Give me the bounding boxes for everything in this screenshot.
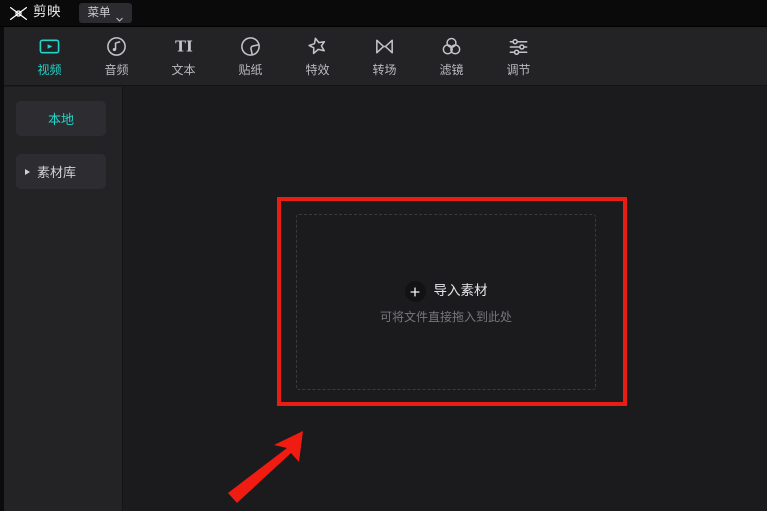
import-media-label: 导入素材 [433, 282, 488, 299]
tab-text[interactable]: TI 文本 [150, 27, 217, 83]
triangle-right-icon [25, 168, 30, 175]
sidebar-item-material-library[interactable]: 素材库 [16, 154, 106, 189]
chevron-down-icon [115, 9, 124, 22]
tab-effects[interactable]: 特效 [284, 27, 351, 83]
capcut-logo-icon [9, 6, 28, 21]
menu-button[interactable]: 菜单 [79, 3, 132, 23]
capcut-window: 剪映 菜单 视频 音频 TI 文本 贴纸 特效 转场 滤镜 调节 本地 素材库 … [0, 0, 767, 511]
sidebar-item-local-label: 本地 [47, 113, 74, 128]
tab-transition-label: 转场 [372, 62, 397, 77]
app-title: 剪映 [33, 4, 61, 21]
title-bar: 剪映 菜单 [0, 0, 767, 27]
tab-adjust[interactable]: 调节 [485, 27, 552, 83]
tab-sticker[interactable]: 贴纸 [217, 27, 284, 83]
tab-transition[interactable]: 转场 [351, 27, 418, 83]
app-brand: 剪映 [9, 6, 61, 21]
main-toolbar: 视频 音频 TI 文本 贴纸 特效 转场 滤镜 调节 [0, 27, 767, 86]
video-icon [38, 35, 62, 59]
tab-video-label: 视频 [37, 62, 62, 77]
effects-star-icon [306, 35, 330, 59]
filter-circles-icon [440, 35, 464, 59]
left-sidebar: 本地 素材库 [0, 87, 123, 511]
adjust-sliders-icon [507, 35, 531, 59]
tab-sticker-label: 贴纸 [238, 62, 263, 77]
audio-note-icon [105, 35, 129, 59]
media-panel: 导入素材 可将文件直接拖入到此处 [124, 87, 767, 511]
plus-icon [404, 281, 426, 302]
tab-effects-label: 特效 [305, 62, 330, 77]
tab-audio-label: 音频 [104, 62, 129, 77]
tab-filter[interactable]: 滤镜 [418, 27, 485, 83]
import-media-button[interactable]: 导入素材 [404, 281, 488, 302]
transition-bowtie-icon [373, 35, 397, 59]
sticker-icon [239, 35, 263, 59]
tab-filter-label: 滤镜 [439, 62, 464, 77]
text-ti-icon: TI [172, 35, 196, 59]
tab-video[interactable]: 视频 [16, 27, 83, 83]
tab-adjust-label: 调节 [506, 62, 531, 77]
tab-audio[interactable]: 音频 [83, 27, 150, 83]
dropzone-hint-text: 可将文件直接拖入到此处 [379, 310, 512, 324]
window-frame-left-edge [0, 27, 4, 511]
sidebar-item-local[interactable]: 本地 [16, 101, 106, 136]
menu-button-label: 菜单 [87, 5, 111, 20]
svg-text:TI: TI [175, 39, 193, 56]
tab-text-label: 文本 [171, 62, 196, 77]
sidebar-item-material-library-label: 素材库 [37, 166, 77, 181]
import-dropzone[interactable]: 导入素材 可将文件直接拖入到此处 [296, 214, 596, 390]
